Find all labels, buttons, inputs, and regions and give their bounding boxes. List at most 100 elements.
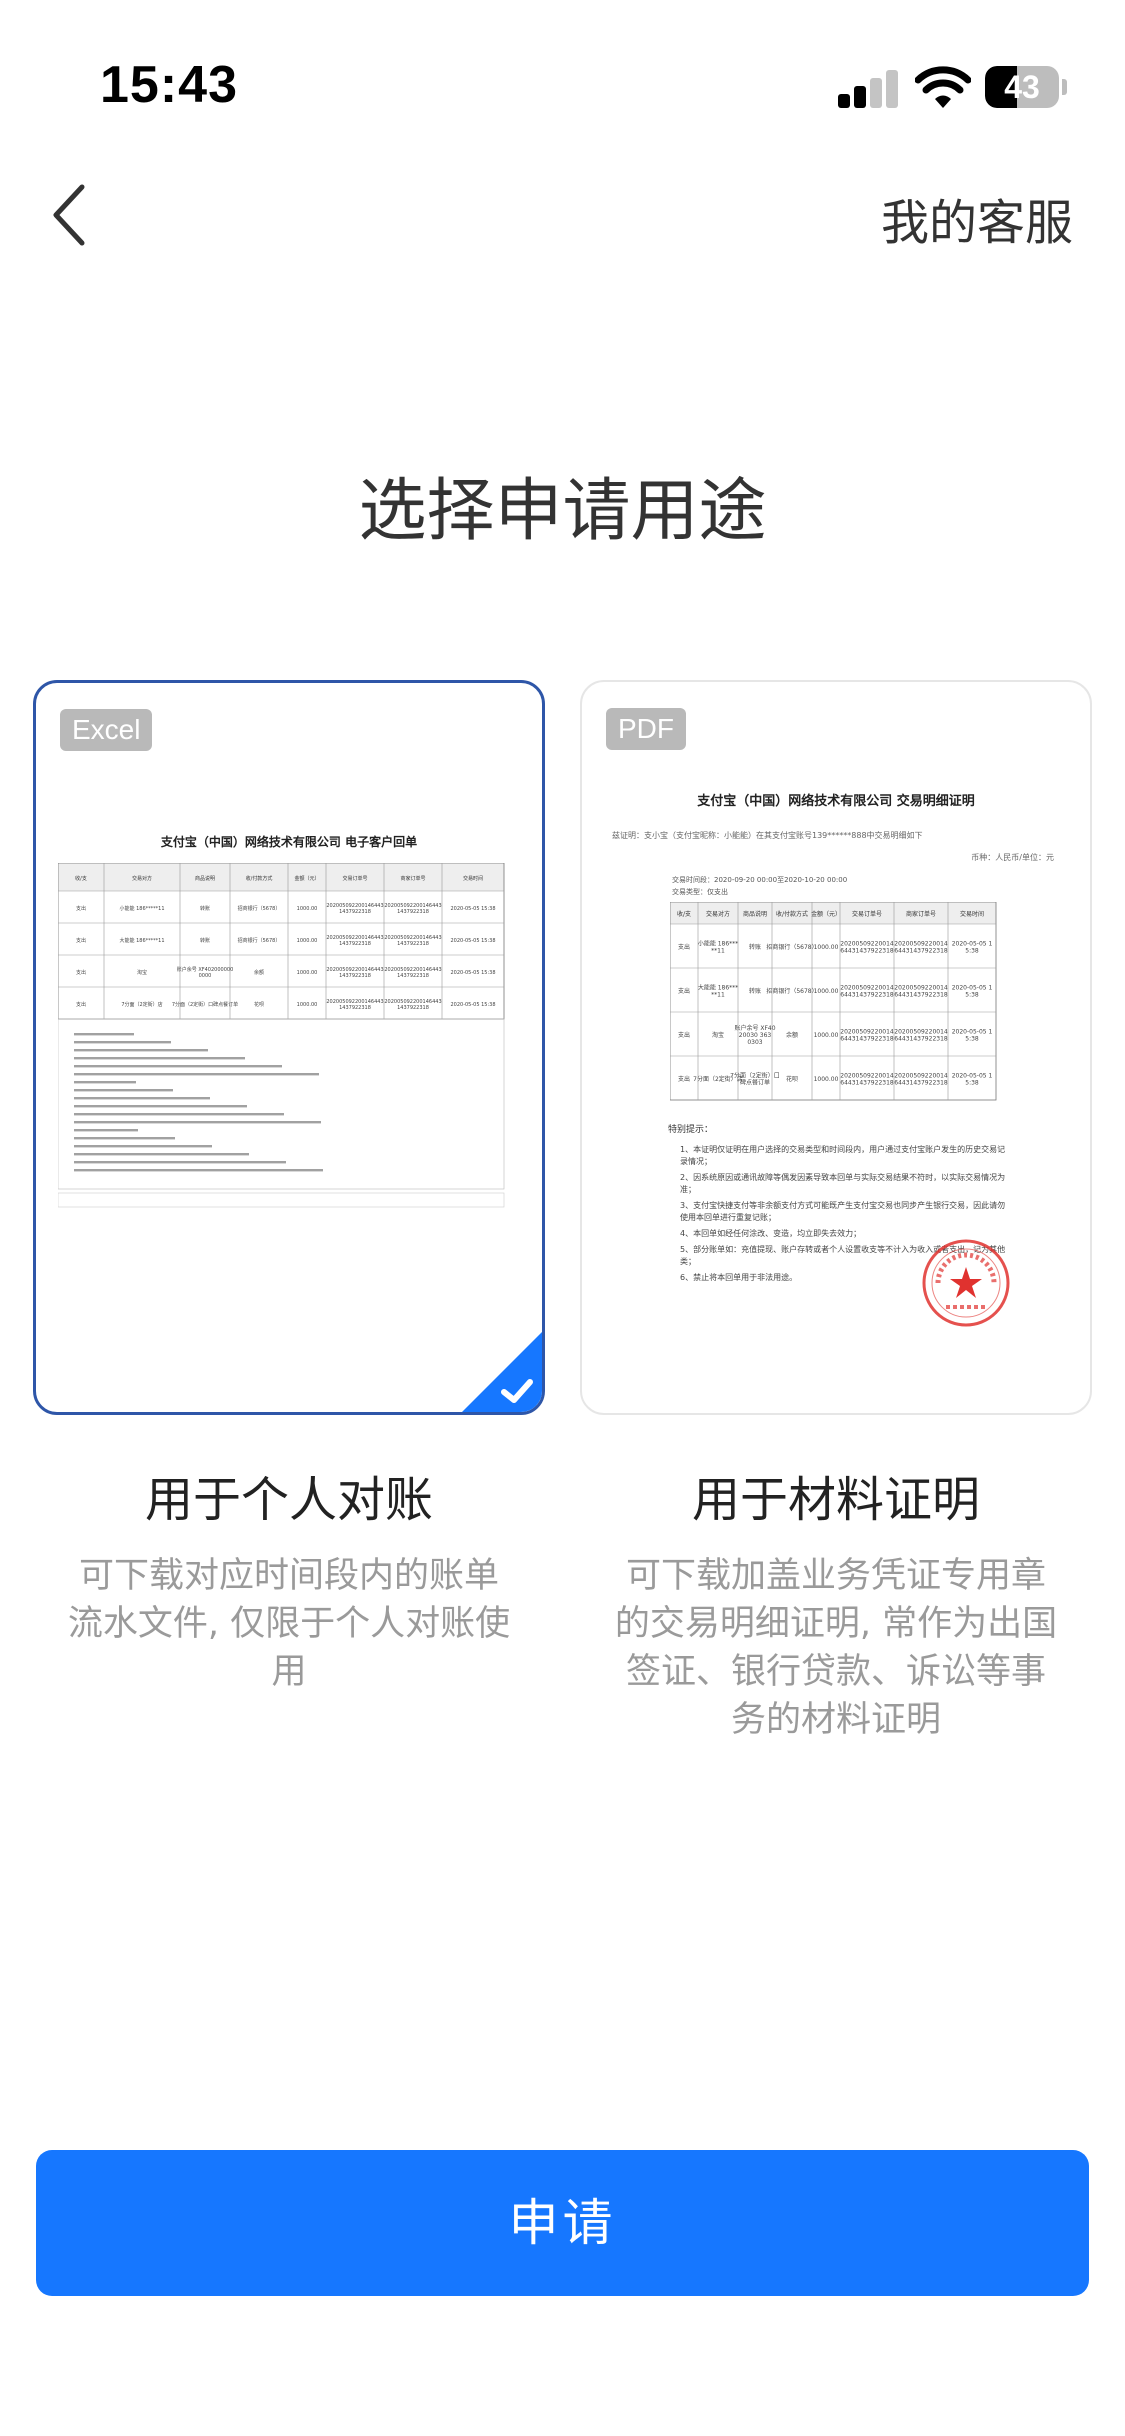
table-header-cell: 金额（元）: [294, 875, 319, 882]
table-cell: 1000.00: [814, 988, 839, 995]
table-cell: 招商银行（5678）: [766, 943, 817, 951]
table-header-cell: 商品说明: [743, 910, 767, 918]
table-cell: 5:38: [965, 948, 979, 955]
table-cell: 大能能 186***: [698, 984, 738, 992]
table-cell: 支出: [678, 987, 690, 995]
excel-badge: Excel: [60, 709, 153, 751]
table-cell: 1437922318: [397, 909, 429, 915]
table-cell: 账户余号 XF40: [734, 1024, 775, 1032]
table-cell: 大能能 186*****11: [120, 937, 165, 944]
table-cell: 2020-05-05 15:38: [450, 1002, 495, 1008]
table-cell: 20200509220014: [840, 1029, 894, 1036]
table-cell: 1437922318: [397, 1005, 429, 1011]
table-cell: 64431437922318: [894, 948, 948, 955]
pdf-doc-title: 支付宝（中国）网络技术有限公司 交易明细证明: [697, 794, 975, 809]
apply-button[interactable]: 申请: [36, 2150, 1089, 2296]
battery-percent: 43: [1004, 69, 1040, 105]
back-button[interactable]: [40, 175, 100, 255]
table-header-cell: 金额（元）: [811, 910, 841, 918]
table-header-cell: 交易时间: [463, 875, 483, 882]
table-cell: 20200509220014: [894, 1029, 948, 1036]
table-cell: 1437922318: [339, 1005, 371, 1011]
table-cell: 转账: [200, 905, 210, 912]
table-cell: 2020-05-05 1: [952, 941, 993, 948]
table-cell: 转账: [200, 937, 210, 944]
table-cell: 64431437922318: [840, 1080, 894, 1087]
table-cell: 支出: [76, 905, 86, 912]
table-cell: 20200509220014: [894, 941, 948, 948]
pdf-currency-note: 币种：人民币/单位：元: [971, 853, 1054, 862]
personal-reconciliation-desc: 可下载对应时间段内的账单流水文件, 仅限于个人对账使用: [67, 1556, 511, 1692]
table-cell: 2020-05-05 15:38: [450, 938, 495, 944]
table-cell: 7分面（2定街）口碑点餐订单: [172, 1001, 238, 1008]
table-cell: 2020-05-05 1: [952, 985, 993, 992]
pdf-note-item: 2、因系统原因或通讯故障等偶发因素导致本回单与实际交易结果不符时，以实际交易情况…: [680, 1173, 1006, 1194]
table-cell: 1437922318: [339, 909, 371, 915]
table-cell: 支出: [678, 1031, 690, 1039]
pdf-period: 交易时间段：2020-09-20 00:00至2020-10-20 00:00: [672, 876, 848, 884]
table-header-cell: 商品说明: [195, 875, 215, 882]
table-cell: 转账: [749, 987, 761, 995]
table-cell: 64431437922318: [894, 1036, 948, 1043]
chevron-left-icon: [53, 184, 85, 246]
excel-option-card[interactable]: Excel 支付宝（中国）网络技术有限公司 电子客户回单 收/支 交易对方 商品说明…: [33, 680, 545, 1415]
table-cell: 余额: [254, 969, 264, 976]
table-cell: 1000.00: [297, 938, 318, 944]
table-cell: 20200509220014: [840, 941, 894, 948]
table-cell: 1000.00: [814, 1076, 839, 1083]
official-stamp-icon: [922, 1239, 1010, 1327]
battery-icon: 43: [985, 66, 1067, 108]
table-cell: 5:38: [965, 1036, 979, 1043]
personal-reconciliation-label: 用于个人对账: [144, 1472, 433, 1528]
table-cell: 1437922318: [339, 973, 371, 979]
table-cell: 2020-05-05 1: [952, 1073, 993, 1080]
table-cell: 2020-05-05 1: [952, 1029, 993, 1036]
table-cell: 64431437922318: [840, 948, 894, 955]
material-proof-desc: 可下载加盖业务凭证专用章的交易明细证明, 常作为出国签证、银行贷款、诉讼等事务的…: [614, 1556, 1058, 1740]
table-header-cell: 交易对方: [132, 875, 152, 882]
table-cell: 2020-05-05 15:38: [450, 970, 495, 976]
excel-document-preview: 收/支 交易对方 商品说明 收/付款方式 金额（元） 交易订单号 商家订单号 交易时间支出 小能…: [58, 863, 505, 1208]
table-header-cell: 交易订单号: [342, 875, 367, 882]
table-cell: 花呗: [254, 1001, 264, 1008]
pdf-option-card[interactable]: PDF 支付宝（中国）网络技术有限公司 交易明细证明 兹证明：支小宝（支付宝昵称…: [580, 680, 1092, 1415]
table-cell: 64431437922318: [894, 1080, 948, 1087]
table-cell: 招商银行（5678）: [766, 987, 817, 995]
table-cell: 花呗: [786, 1075, 798, 1083]
pdf-notes-title: 特别提示：: [668, 1125, 714, 1135]
table-header-cell: 交易时间: [960, 910, 984, 918]
table-header-cell: 商家订单号: [400, 875, 425, 882]
table-cell: 1437922318: [397, 941, 429, 947]
table-cell: 1000.00: [814, 1032, 839, 1039]
table-cell: 碑点餐订单: [740, 1079, 770, 1087]
pdf-document-preview: 收/支 交易对方 商品说明 收/付款方式 金额（元） 交易订单号 商家订单号 交易时间支出 小能…: [670, 902, 997, 1101]
table-cell: 支出: [76, 969, 86, 976]
table-cell: 账户余号 XF402000000: [177, 966, 234, 973]
table-cell: 招商银行（5678）: [238, 937, 281, 944]
table-cell: 5:38: [965, 992, 979, 999]
table-cell: 0000: [199, 973, 212, 979]
pdf-note-item: 1、本证明仅证明在用户选择的交易类型和时间段内，用户通过支付宝账户发生的历史交易…: [680, 1145, 1006, 1166]
signal-icon: [838, 70, 900, 108]
pdf-badge: PDF: [606, 708, 686, 750]
wifi-icon: [915, 66, 971, 108]
table-cell: **11: [711, 948, 725, 955]
table-cell: 64431437922318: [894, 992, 948, 999]
table-header-cell: 收/支: [677, 910, 691, 918]
table-cell: 1000.00: [297, 906, 318, 912]
pdf-note-item: 3、支付宝快捷支付等非余额支付方式可能既产生支付宝交易也同步产生银行交易，因此请…: [680, 1201, 1006, 1222]
table-cell: 20030 363: [739, 1032, 772, 1039]
table-cell: 招商银行（5678）: [238, 905, 281, 912]
customer-service-link[interactable]: 我的客服: [881, 183, 1073, 253]
material-proof-label: 用于材料证明: [691, 1472, 980, 1528]
table-cell: 1437922318: [397, 973, 429, 979]
table-header-cell: 收/支: [75, 875, 87, 882]
table-cell: 1000.00: [297, 1002, 318, 1008]
table-cell: 0303: [747, 1039, 762, 1046]
table-cell: 1000.00: [814, 944, 839, 951]
pdf-intro: 兹证明：支小宝（支付宝昵称：小能能）在其支付宝账号139******888中交易…: [612, 831, 923, 840]
table-cell: 1000.00: [297, 970, 318, 976]
table-cell: 支出: [678, 943, 690, 951]
table-header-cell: 收/付款方式: [776, 910, 808, 918]
table-cell: 20200509220014: [894, 1073, 948, 1080]
